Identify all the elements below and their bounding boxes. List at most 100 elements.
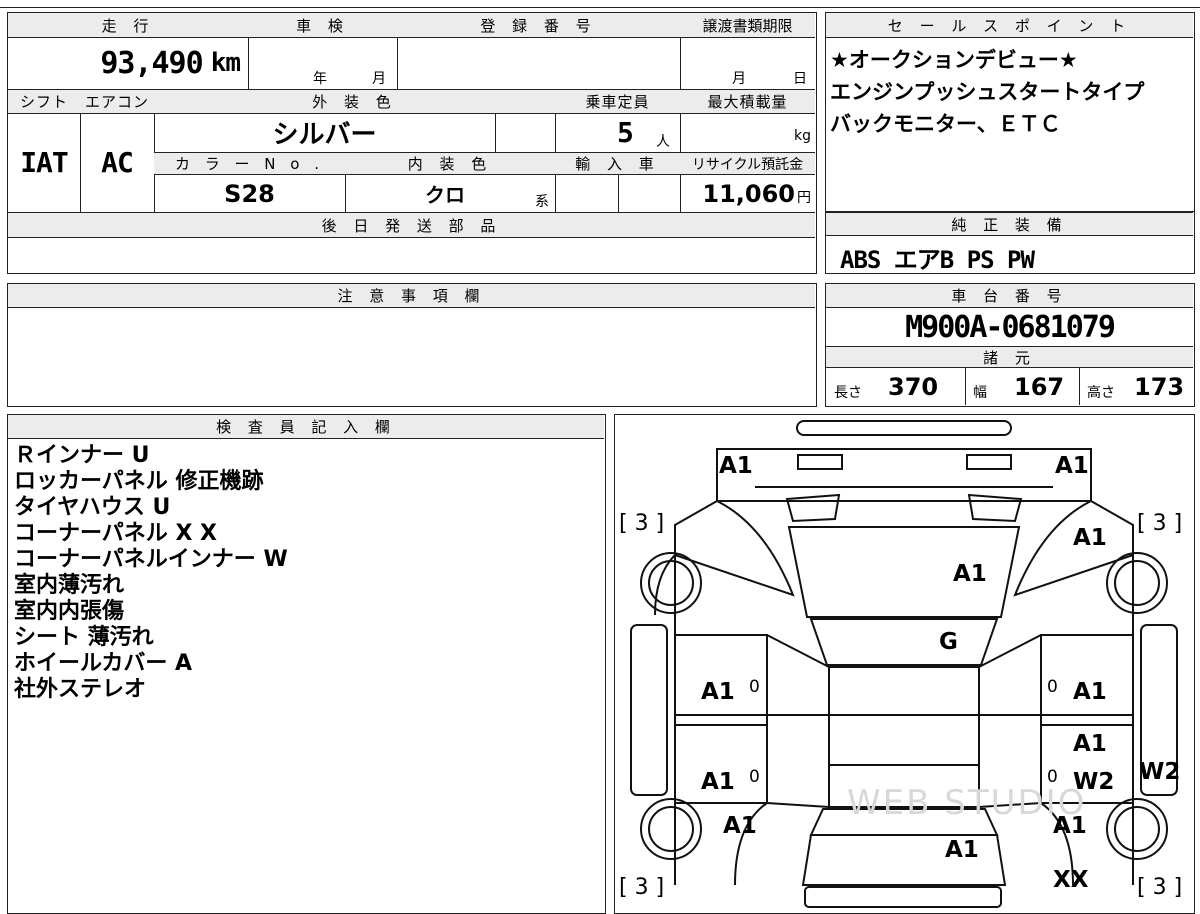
exterior-color-header: 外 装 色 xyxy=(154,90,555,113)
hood-mark: A1 xyxy=(953,561,987,587)
inspector-note: コーナーパネルインナー W xyxy=(14,547,288,572)
height-value: 173 xyxy=(1134,373,1185,401)
top-strip xyxy=(0,0,1200,8)
interior-color-value: クロ xyxy=(425,183,465,207)
front-left-corner-mark: A1 xyxy=(719,453,753,479)
sales-point-line: エンジンプッシュスタートタイプ xyxy=(830,80,1145,104)
right-front-door-mark: A1 xyxy=(1073,679,1107,705)
right-front-fender-mark: A1 xyxy=(1073,525,1107,551)
inspector-note: 社外ステレオ xyxy=(14,677,147,702)
front-bumper-shape xyxy=(796,420,1012,436)
inspector-notes: Ｒインナー U ロッカーパネル 修正機跡 タイヤハウス U コーナーパネル X … xyxy=(14,443,288,703)
width-value: 167 xyxy=(1014,373,1065,401)
right-rear-corner-mark: XX xyxy=(1053,867,1089,893)
transfer-deadline-header: 譲渡書類期限 xyxy=(680,13,815,37)
front-body-outline xyxy=(716,448,1092,502)
inspector-note: ロッカーパネル 修正機跡 xyxy=(14,469,264,494)
transfer-day-unit: 日 xyxy=(793,71,807,87)
equipment-header: 純 正 装 備 xyxy=(826,212,1193,236)
tire-rear-left-label: [ 3 ] xyxy=(619,875,665,900)
interior-color-header: 内 装 色 xyxy=(345,153,555,174)
sales-point-line: ★オークションデビュー★ xyxy=(830,48,1078,72)
shift-value: IAT xyxy=(20,146,69,179)
max-load-unit: kg xyxy=(794,128,811,144)
front-right-corner-mark: A1 xyxy=(1055,453,1089,479)
caution-header: 注 意 事 項 欄 xyxy=(8,284,815,308)
exterior-color-value: シルバー xyxy=(272,120,377,150)
right-front-door-small-mark: 0 xyxy=(1047,677,1058,697)
headlight-left-shape xyxy=(797,454,843,470)
inspector-note: シート 薄汚れ xyxy=(14,625,154,650)
length-value: 370 xyxy=(888,373,939,401)
ac-value: AC xyxy=(101,146,134,179)
chassis-box: 車 台 番 号 M900A-0681079 諸 元 長さ 370 幅 167 高… xyxy=(825,283,1195,407)
left-rocker-shape xyxy=(630,624,668,796)
spec-header: 諸 元 xyxy=(826,346,1193,368)
inspector-note: 室内内張傷 xyxy=(14,599,125,624)
vehicle-info-table: 走 行 車 検 登 録 番 号 譲渡書類期限 93,490 km 年 月 月 日… xyxy=(7,12,817,274)
capacity-value: 5 xyxy=(617,116,634,149)
rear-gate-mark: A1 xyxy=(945,837,979,863)
width-label: 幅 xyxy=(973,385,987,401)
sales-point-header: セ ー ル ス ポ イ ン ト xyxy=(826,13,1193,38)
tire-front-right-label: [ 3 ] xyxy=(1137,511,1183,536)
inspector-note: タイヤハウス U xyxy=(14,495,171,520)
left-rear-door-small-mark: 0 xyxy=(749,767,760,787)
inspection-month-unit: 月 xyxy=(372,71,386,87)
equipment-value: ABS エアB PS PW xyxy=(840,246,1035,274)
inspector-note: Ｒインナー U xyxy=(14,443,150,468)
inspector-header: 検 査 員 記 入 欄 xyxy=(8,415,604,439)
recycle-fee-value: 11,060 円 xyxy=(680,175,815,212)
right-rocker-mark: W2 xyxy=(1139,759,1181,785)
chassis-header: 車 台 番 号 xyxy=(826,284,1193,308)
max-load-header: 最大積載量 xyxy=(680,90,815,113)
interior-suffix: 系 xyxy=(535,194,549,210)
headlight-right-shape xyxy=(966,454,1012,470)
left-front-door-mark: A1 xyxy=(701,679,735,705)
mileage-header: 走 行 xyxy=(8,13,248,37)
import-header: 輸 入 車 xyxy=(555,153,680,174)
inspector-note: コーナーパネル X X xyxy=(14,521,218,546)
windshield-mark: G xyxy=(939,629,958,655)
right-rear-door-mark-a: A1 xyxy=(1073,731,1107,757)
capacity-unit: 人 xyxy=(656,134,670,150)
registration-header: 登 録 番 号 xyxy=(397,13,680,37)
left-rear-fender-mark: A1 xyxy=(723,813,757,839)
tire-rear-right-label: [ 3 ] xyxy=(1137,875,1183,900)
mileage-value: 93,490 km xyxy=(8,37,248,89)
length-label: 長さ xyxy=(834,385,862,401)
recycle-header: リサイクル預託金 xyxy=(680,153,815,174)
mileage-number: 93,490 xyxy=(100,45,203,81)
caution-box: 注 意 事 項 欄 xyxy=(7,283,817,407)
vent-right-shape xyxy=(967,493,1023,523)
inspector-note: 室内薄汚れ xyxy=(14,573,125,598)
recycle-fee-number: 11,060 xyxy=(702,179,795,208)
capacity-header: 乗車定員 xyxy=(555,90,680,113)
vent-left-shape xyxy=(785,493,841,523)
left-rear-door-mark: A1 xyxy=(701,769,735,795)
tire-front-left-label: [ 3 ] xyxy=(619,511,665,536)
car-diagram xyxy=(630,420,1178,908)
inspection-year-unit: 年 xyxy=(313,71,327,87)
sales-point-line: バックモニター、ＥＴＣ xyxy=(830,112,1061,136)
sales-point-lines: ★オークションデビュー★ エンジンプッシュスタートタイプ バックモニター、ＥＴＣ xyxy=(830,44,1144,140)
later-parts-header: 後 日 発 送 部 品 xyxy=(8,213,815,237)
shift-header: シフト xyxy=(8,90,80,113)
height-label: 高さ xyxy=(1087,385,1115,401)
transfer-month-unit: 月 xyxy=(732,71,746,87)
inspector-box: 検 査 員 記 入 欄 Ｒインナー U ロッカーパネル 修正機跡 タイヤハウス … xyxy=(7,414,606,914)
left-front-door-small-mark: 0 xyxy=(749,677,760,697)
sales-point-box: セ ー ル ス ポ イ ン ト ★オークションデビュー★ エンジンプッシュスター… xyxy=(825,12,1195,212)
color-no-header: カ ラ ー N o . xyxy=(154,153,345,174)
inspection-header: 車 検 xyxy=(248,13,397,37)
windshield-shape xyxy=(809,618,999,666)
car-diagram-box: [ 3 ] [ 3 ] [ 3 ] [ 3 ] A1 A1 A1 A1 G A1… xyxy=(614,414,1195,914)
color-no-value: S28 xyxy=(224,179,275,208)
equipment-box: 純 正 装 備 ABS エアB PS PW xyxy=(825,212,1195,274)
recycle-fee-unit: 円 xyxy=(797,189,811,206)
front-slope-left xyxy=(674,500,718,555)
chassis-number: M900A-0681079 xyxy=(905,309,1116,345)
mileage-unit: km xyxy=(210,48,241,78)
watermark: WEB STUDIO xyxy=(847,783,1087,823)
ac-header: エアコン xyxy=(80,90,154,113)
